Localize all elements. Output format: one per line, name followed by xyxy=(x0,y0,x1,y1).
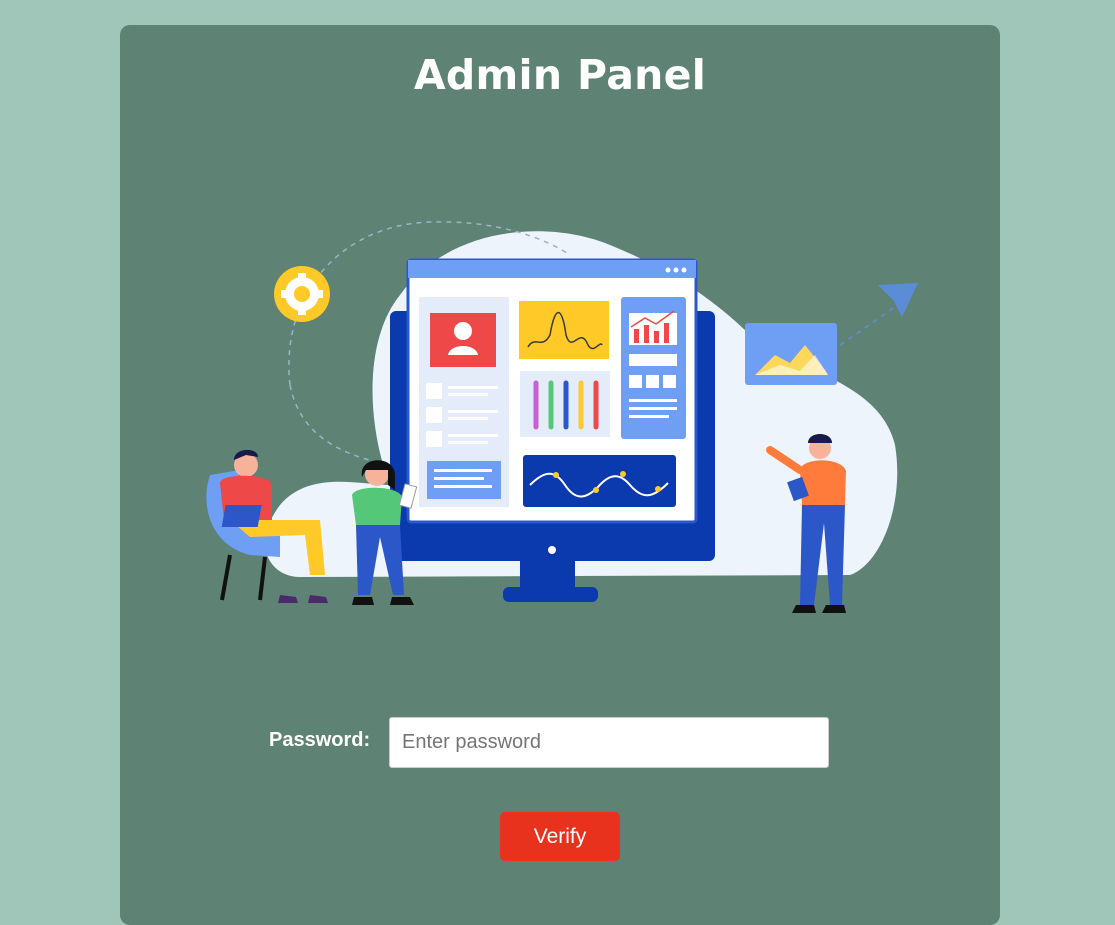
paper-plane-icon xyxy=(878,283,918,317)
password-label: Password: xyxy=(269,729,371,751)
verify-button[interactable]: Verify xyxy=(500,812,620,861)
person-with-laptop xyxy=(206,449,328,603)
password-input[interactable] xyxy=(389,717,829,768)
gear-icon xyxy=(274,266,330,322)
dashboard-illustration xyxy=(206,221,918,613)
mountain-chart-card xyxy=(745,323,837,385)
page-title: Admin Panel xyxy=(413,51,707,99)
password-row: Password: xyxy=(120,717,1000,769)
admin-panel-card: Admin Panel Password: Verify xyxy=(120,25,1000,925)
monitor xyxy=(390,258,715,602)
